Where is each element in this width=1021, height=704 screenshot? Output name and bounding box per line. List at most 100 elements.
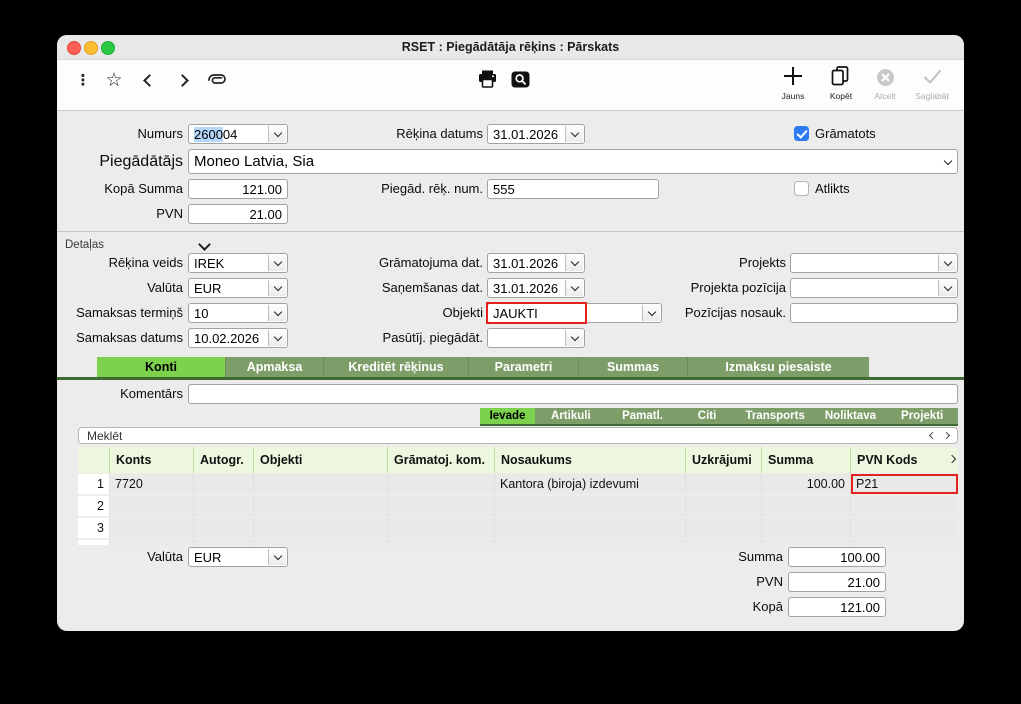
sanemsanas-dat-dropdown-icon[interactable] xyxy=(565,280,583,296)
tab-parametri[interactable]: Parametri xyxy=(468,357,578,377)
cell-uzkrajumi[interactable] xyxy=(685,540,761,545)
cell-objekti[interactable] xyxy=(253,474,387,494)
detalas-label: Detaļas xyxy=(65,239,104,251)
gramatojuma-dat-dropdown-icon[interactable] xyxy=(565,255,583,271)
subtab-ievade[interactable]: Ievade xyxy=(480,408,535,424)
new-button[interactable]: Jauns xyxy=(770,91,816,101)
cell-summa[interactable] xyxy=(761,540,850,545)
cell-nosaukums[interactable] xyxy=(494,540,685,545)
favorites-star-icon[interactable]: ☆ xyxy=(103,69,125,91)
cell-objekti[interactable] xyxy=(253,540,387,545)
preview-icon[interactable] xyxy=(510,70,530,88)
cell-autogr[interactable] xyxy=(193,496,253,516)
subtab-transports[interactable]: Transports xyxy=(735,408,815,424)
cell-pvn-kods[interactable] xyxy=(850,496,958,516)
cell-gramatoj-kom[interactable] xyxy=(387,496,494,516)
cell-autogr[interactable] xyxy=(193,518,253,538)
cell-summa[interactable] xyxy=(761,518,850,538)
col-gramatoj-kom: Grāmatoj. kom. xyxy=(387,447,494,473)
tab-summas[interactable]: Summas xyxy=(578,357,687,377)
nav-back-icon[interactable] xyxy=(141,71,157,89)
table-row: 1 7720 Kantora (biroja) izdevumi 100.00 … xyxy=(78,474,958,494)
piegadatajs-field[interactable]: Moneo Latvia, Sia xyxy=(188,149,958,174)
rekina-datums-field[interactable]: 31.01.2026 xyxy=(487,124,585,144)
footer-valuta-field[interactable]: EUR xyxy=(188,547,288,567)
cell-konts[interactable] xyxy=(109,496,193,516)
cancel-button[interactable]: Atcelt xyxy=(862,91,908,101)
cancel-icon[interactable] xyxy=(875,67,895,87)
search-next-icon[interactable] xyxy=(942,431,951,440)
tab-konti[interactable]: Konti xyxy=(97,357,225,377)
cell-objekti[interactable] xyxy=(253,518,387,538)
save-button[interactable]: Saglabāt xyxy=(909,91,955,101)
cell-summa[interactable] xyxy=(761,496,850,516)
projekta-pozicija-field[interactable] xyxy=(790,278,958,298)
projekta-pozicija-dropdown-icon[interactable] xyxy=(938,280,956,296)
cell-uzkrajumi[interactable] xyxy=(685,474,761,494)
pasutij-piegadat-dropdown-icon[interactable] xyxy=(565,330,583,346)
subtab-citi[interactable]: Citi xyxy=(678,408,736,424)
sanemsanas-dat-value: 31.01.2026 xyxy=(493,280,559,296)
kebab-menu-icon[interactable]: ⋮ xyxy=(75,68,91,92)
footer-valuta-dropdown-icon[interactable] xyxy=(268,549,286,565)
row-number[interactable]: 3 xyxy=(78,518,109,538)
cell-uzkrajumi[interactable] xyxy=(685,496,761,516)
sanemsanas-dat-label: Saņemšanas dat. xyxy=(381,280,483,295)
search-bar[interactable]: Meklēt xyxy=(78,427,958,444)
cell-konts[interactable]: 7720 xyxy=(109,474,193,494)
projekts-field[interactable] xyxy=(790,253,958,273)
cell-konts[interactable] xyxy=(109,540,193,545)
tab-izmaksu-piesaiste[interactable]: Izmaksu piesaiste xyxy=(687,357,869,377)
print-icon[interactable] xyxy=(477,69,497,89)
new-icon[interactable] xyxy=(782,65,804,87)
piegad-rek-num-field[interactable]: 555 xyxy=(487,179,659,199)
tab-kreditet-rekinus[interactable]: Kreditēt rēķinus xyxy=(323,357,468,377)
subtab-artikuli[interactable]: Artikuli xyxy=(535,408,607,424)
save-icon[interactable] xyxy=(921,66,943,88)
cell-pvn-kods[interactable]: P21 xyxy=(850,474,958,494)
tab-apmaksa[interactable]: Apmaksa xyxy=(225,357,323,377)
objekti-value: JAUKTI xyxy=(493,305,538,321)
cell-konts[interactable] xyxy=(109,518,193,538)
gramatojuma-dat-field[interactable]: 31.01.2026 xyxy=(487,253,585,273)
rekina-datums-dropdown-icon[interactable] xyxy=(565,126,583,142)
cell-gramatoj-kom[interactable] xyxy=(387,540,494,545)
cell-nosaukums[interactable] xyxy=(494,496,685,516)
samaksas-datums-label: Samaksas datums xyxy=(76,330,183,345)
piegadatajs-value: Moneo Latvia, Sia xyxy=(194,153,315,170)
row-number[interactable]: 2 xyxy=(78,496,109,516)
cell-nosaukums[interactable] xyxy=(494,518,685,538)
cell-gramatoj-kom[interactable] xyxy=(387,474,494,494)
cell-objekti[interactable] xyxy=(253,496,387,516)
pvn-field[interactable]: 21.00 xyxy=(188,204,288,224)
komentars-field[interactable] xyxy=(188,384,958,404)
col-objekti: Objekti xyxy=(253,447,387,473)
row-number[interactable]: 4 xyxy=(78,540,109,545)
copy-button[interactable]: Kopēt xyxy=(818,91,864,101)
cell-autogr[interactable] xyxy=(193,540,253,545)
search-prev-icon[interactable] xyxy=(928,431,937,440)
atlikts-checkbox[interactable] xyxy=(794,181,809,196)
nav-forward-icon[interactable] xyxy=(174,71,190,89)
cell-nosaukums[interactable]: Kantora (biroja) izdevumi xyxy=(494,474,685,494)
copy-icon[interactable] xyxy=(829,65,851,87)
title-bar: RSET : Piegādātāja rēķins : Pārskats xyxy=(57,35,964,60)
cell-summa[interactable]: 100.00 xyxy=(761,474,850,494)
cell-autogr[interactable] xyxy=(193,474,253,494)
cell-pvn-kods[interactable] xyxy=(850,540,958,545)
sanemsanas-dat-field[interactable]: 31.01.2026 xyxy=(487,278,585,298)
row-number[interactable]: 1 xyxy=(78,474,109,494)
subtab-noliktava[interactable]: Noliktava xyxy=(814,408,887,424)
detalas-chevron-icon[interactable] xyxy=(198,238,211,251)
subtab-pamatl[interactable]: Pamatl. xyxy=(606,408,679,424)
cell-gramatoj-kom[interactable] xyxy=(387,518,494,538)
attachment-icon[interactable] xyxy=(205,72,229,88)
gramatots-checkbox[interactable] xyxy=(794,126,809,141)
cell-pvn-kods[interactable] xyxy=(850,518,958,538)
subtab-projekti[interactable]: Projekti xyxy=(886,408,958,424)
pozicijas-nosauk-field[interactable] xyxy=(790,303,958,323)
cell-uzkrajumi[interactable] xyxy=(685,518,761,538)
piegadatajs-dropdown-icon[interactable] xyxy=(939,151,956,172)
pasutij-piegadat-field[interactable] xyxy=(487,328,585,348)
projekts-dropdown-icon[interactable] xyxy=(938,255,956,271)
